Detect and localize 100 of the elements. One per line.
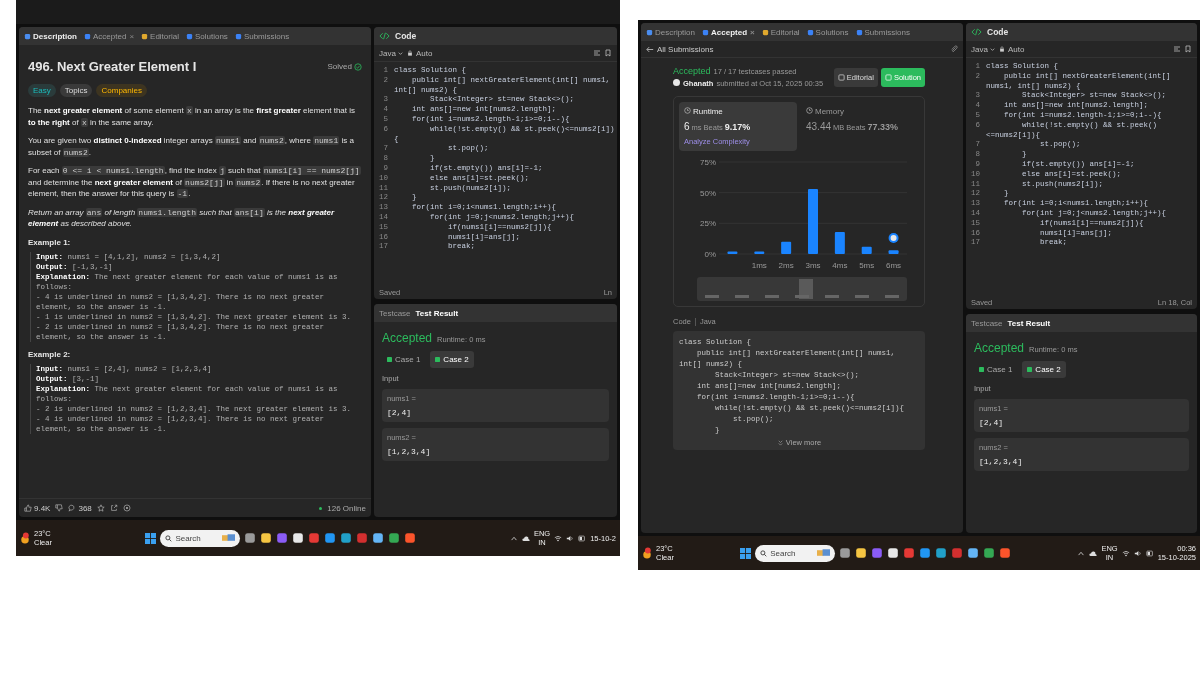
bar[interactable] — [727, 251, 738, 254]
tab[interactable]: Accepted × — [82, 30, 137, 42]
tab[interactable]: Testcase — [379, 308, 411, 318]
app-icon[interactable] — [388, 532, 401, 544]
language-dropdown[interactable]: Java — [379, 48, 404, 58]
paperclip-icon[interactable] — [950, 45, 958, 53]
app-icon[interactable] — [372, 532, 385, 544]
tab[interactable]: Test Result — [415, 308, 459, 318]
tab-icon — [855, 28, 863, 36]
tag[interactable]: Topics — [59, 84, 93, 97]
comments-button[interactable]: 368 — [68, 503, 92, 513]
app-icon[interactable] — [887, 547, 900, 559]
bookmark-icon[interactable] — [1184, 45, 1192, 53]
battery-icon[interactable] — [578, 534, 587, 542]
panel-title: Code — [987, 27, 1009, 37]
tab[interactable]: Editorial — [759, 26, 802, 38]
app-icon[interactable] — [340, 532, 353, 544]
case-tab[interactable]: Case 2 — [1022, 361, 1066, 378]
start-icon[interactable] — [145, 532, 157, 544]
like-button[interactable]: 9.4K — [24, 503, 51, 513]
tab[interactable]: Test Result — [1007, 318, 1051, 328]
app-icon[interactable] — [260, 532, 273, 544]
bar[interactable] — [781, 241, 792, 254]
app-icon[interactable] — [935, 547, 948, 559]
bar[interactable] — [834, 231, 845, 254]
app-icon[interactable] — [839, 547, 852, 559]
case-tab[interactable]: Case 1 — [382, 351, 426, 368]
metric-value: 43.44 — [806, 121, 832, 132]
avatar-icon — [673, 79, 680, 86]
tab[interactable]: Testcase — [971, 318, 1003, 328]
range-slider-drawing[interactable] — [697, 277, 907, 301]
tab-icon — [806, 28, 814, 36]
start-icon[interactable] — [740, 547, 752, 559]
input-value: [2,4] — [979, 418, 1004, 427]
bar[interactable] — [861, 246, 872, 254]
tab[interactable]: Description — [644, 26, 697, 38]
language-dropdown[interactable]: Java — [971, 44, 996, 54]
widget-icon[interactable] — [817, 549, 831, 557]
axis-tick-label: 50% — [700, 188, 716, 198]
chevron-up-icon[interactable] — [1077, 549, 1086, 557]
search-field[interactable]: Search — [755, 544, 836, 562]
search-icon — [760, 549, 768, 557]
format-icon[interactable] — [593, 49, 601, 57]
wifi-icon[interactable] — [554, 534, 563, 542]
app-icon[interactable] — [983, 547, 996, 559]
online-dot-icon — [319, 506, 323, 510]
bar[interactable] — [754, 251, 765, 254]
star-icon[interactable] — [96, 504, 105, 512]
tab[interactable]: Accepted × — [700, 26, 757, 38]
weather-icon[interactable] — [20, 532, 30, 544]
marker-icon[interactable] — [888, 233, 899, 243]
wifi-icon[interactable] — [1121, 549, 1130, 557]
back-link[interactable]: All Submissions — [657, 44, 947, 54]
tag[interactable]: Companies — [96, 84, 147, 97]
axis-tick-label: 25% — [700, 219, 716, 229]
tab-icon — [702, 28, 709, 36]
app-icon[interactable] — [967, 547, 980, 559]
axis-tick-label: 75% — [700, 158, 716, 167]
bar[interactable] — [888, 250, 899, 254]
paragraph: For each 0 <= i < nums1.length, find the index j such that nums1[i] == nums2[j] and determine the next greater element of nums2[j] in nums2. If there is no next greater element, then the answer for this query is -1. — [28, 165, 362, 200]
verdict: Accepted — [673, 66, 711, 76]
tab[interactable]: Solutions — [804, 26, 851, 38]
speaker-icon[interactable] — [1133, 549, 1142, 557]
check-circle-icon — [354, 62, 362, 71]
case-tab[interactable]: Case 1 — [974, 361, 1018, 378]
auto-mode[interactable]: Auto — [415, 48, 433, 58]
weather-icon[interactable] — [642, 547, 652, 559]
app-icon[interactable] — [292, 532, 305, 544]
tab[interactable]: Submissions — [232, 30, 292, 42]
tab[interactable]: Editorial — [139, 30, 181, 42]
auto-mode[interactable]: Auto — [1007, 44, 1025, 54]
dislike-icon[interactable] — [55, 504, 64, 512]
tab-icon — [24, 32, 31, 40]
tab[interactable]: Description — [22, 30, 79, 42]
case-tab[interactable]: Case 2 — [430, 351, 474, 368]
format-icon[interactable] — [1173, 45, 1181, 53]
cloud-icon[interactable] — [1089, 549, 1098, 557]
back-arrow-icon[interactable] — [646, 45, 654, 53]
paragraph: The next greater element of some element x in an array is the first greater element that is to the right of x in the same array. — [28, 105, 356, 128]
input-value: [1,2,3,4] — [979, 457, 1024, 466]
widget-icon[interactable] — [222, 534, 236, 542]
chevrons-down-icon — [776, 439, 784, 446]
tag[interactable]: Easy — [28, 84, 56, 97]
tab[interactable]: Submissions — [853, 26, 912, 38]
battery-icon[interactable] — [1145, 549, 1154, 557]
app-icon[interactable] — [855, 547, 868, 559]
speaker-icon[interactable] — [566, 534, 575, 542]
help-icon[interactable] — [122, 504, 131, 512]
search-field[interactable]: Search — [160, 529, 241, 547]
app-icon[interactable] — [244, 532, 257, 544]
tab[interactable]: Solutions — [183, 30, 230, 42]
bookmark-icon[interactable] — [604, 49, 612, 57]
axis-tick-label: 6ms — [886, 261, 902, 270]
chevron-up-icon[interactable] — [509, 534, 518, 542]
axis-tick-label: 4ms — [832, 261, 848, 270]
axis-tick-label: 0% — [704, 250, 716, 259]
share-icon[interactable] — [109, 504, 118, 512]
axis-tick-label: 2ms — [778, 261, 794, 270]
cloud-icon[interactable] — [521, 534, 530, 542]
tab-icon — [141, 32, 149, 40]
